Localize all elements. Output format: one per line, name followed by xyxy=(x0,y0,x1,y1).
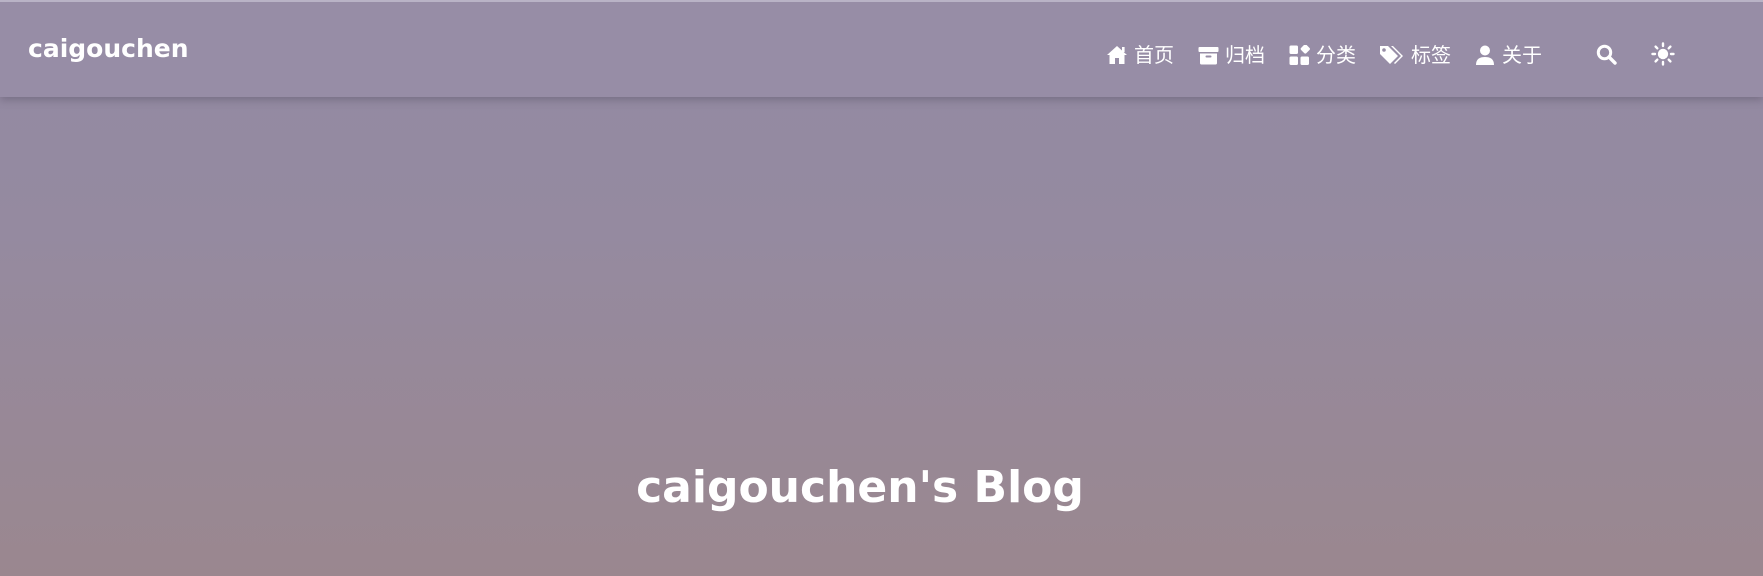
nav-item-label: 分类 xyxy=(1316,43,1356,67)
search-button[interactable] xyxy=(1594,42,1618,66)
nav-item-label: 首页 xyxy=(1134,43,1174,67)
nav-menu: 首页 归档 分类 标签 关于 xyxy=(1106,40,1565,70)
nav-item-tags[interactable]: 标签 xyxy=(1379,44,1451,66)
tags-icon xyxy=(1379,44,1405,66)
sun-icon xyxy=(1651,42,1675,66)
nav-item-about[interactable]: 关于 xyxy=(1474,44,1542,66)
search-icon xyxy=(1596,44,1617,65)
top-navbar: caigouchen 首页 归档 分类 标签 关于 xyxy=(0,0,1763,97)
nav-item-archive[interactable]: 归档 xyxy=(1197,44,1265,66)
home-icon xyxy=(1106,44,1128,66)
category-icon xyxy=(1288,44,1310,66)
archive-icon xyxy=(1197,44,1219,66)
theme-toggle-button[interactable] xyxy=(1651,42,1675,66)
nav-item-label: 标签 xyxy=(1411,43,1451,67)
hero-title: caigouchen's Blog xyxy=(636,462,1084,513)
site-brand-link[interactable]: caigouchen xyxy=(28,34,189,63)
nav-item-categories[interactable]: 分类 xyxy=(1288,44,1356,66)
nav-item-label: 关于 xyxy=(1502,43,1542,67)
nav-item-label: 归档 xyxy=(1225,43,1265,67)
nav-item-home[interactable]: 首页 xyxy=(1106,44,1174,66)
user-icon xyxy=(1474,44,1496,66)
